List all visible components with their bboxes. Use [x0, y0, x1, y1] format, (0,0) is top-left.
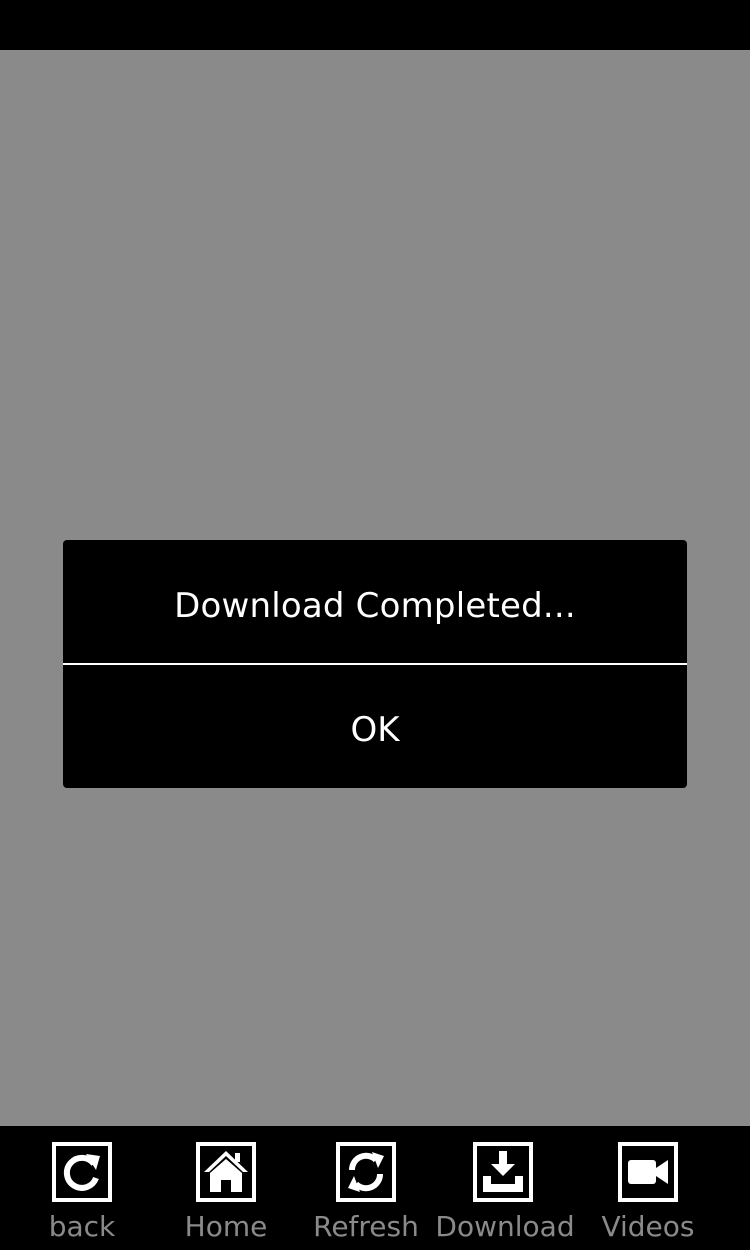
videos-label: Videos — [601, 1210, 695, 1243]
refresh-icon — [336, 1142, 396, 1202]
download-complete-dialog: Download Completed... OK — [63, 540, 687, 788]
back-refresh-icon — [52, 1142, 112, 1202]
app-screen: Download Completed... OK back Home Refre… — [0, 0, 750, 1250]
refresh-button[interactable]: Refresh — [306, 1126, 426, 1250]
back-label: back — [48, 1210, 116, 1243]
status-bar — [0, 0, 750, 50]
back-button[interactable]: back — [22, 1126, 142, 1250]
download-button[interactable]: Download — [434, 1126, 576, 1250]
dialog-message: Download Completed... — [174, 586, 576, 626]
download-icon — [473, 1142, 533, 1202]
home-label: Home — [184, 1210, 268, 1243]
home-icon — [196, 1142, 256, 1202]
bottom-app-bar: back Home Refresh Download Videos — [0, 1126, 750, 1250]
download-label: Download — [435, 1210, 575, 1243]
home-button[interactable]: Home — [166, 1126, 286, 1250]
refresh-label: Refresh — [313, 1210, 419, 1243]
ok-button[interactable]: OK — [63, 665, 687, 788]
video-camera-icon — [618, 1142, 678, 1202]
videos-button[interactable]: Videos — [588, 1126, 708, 1250]
